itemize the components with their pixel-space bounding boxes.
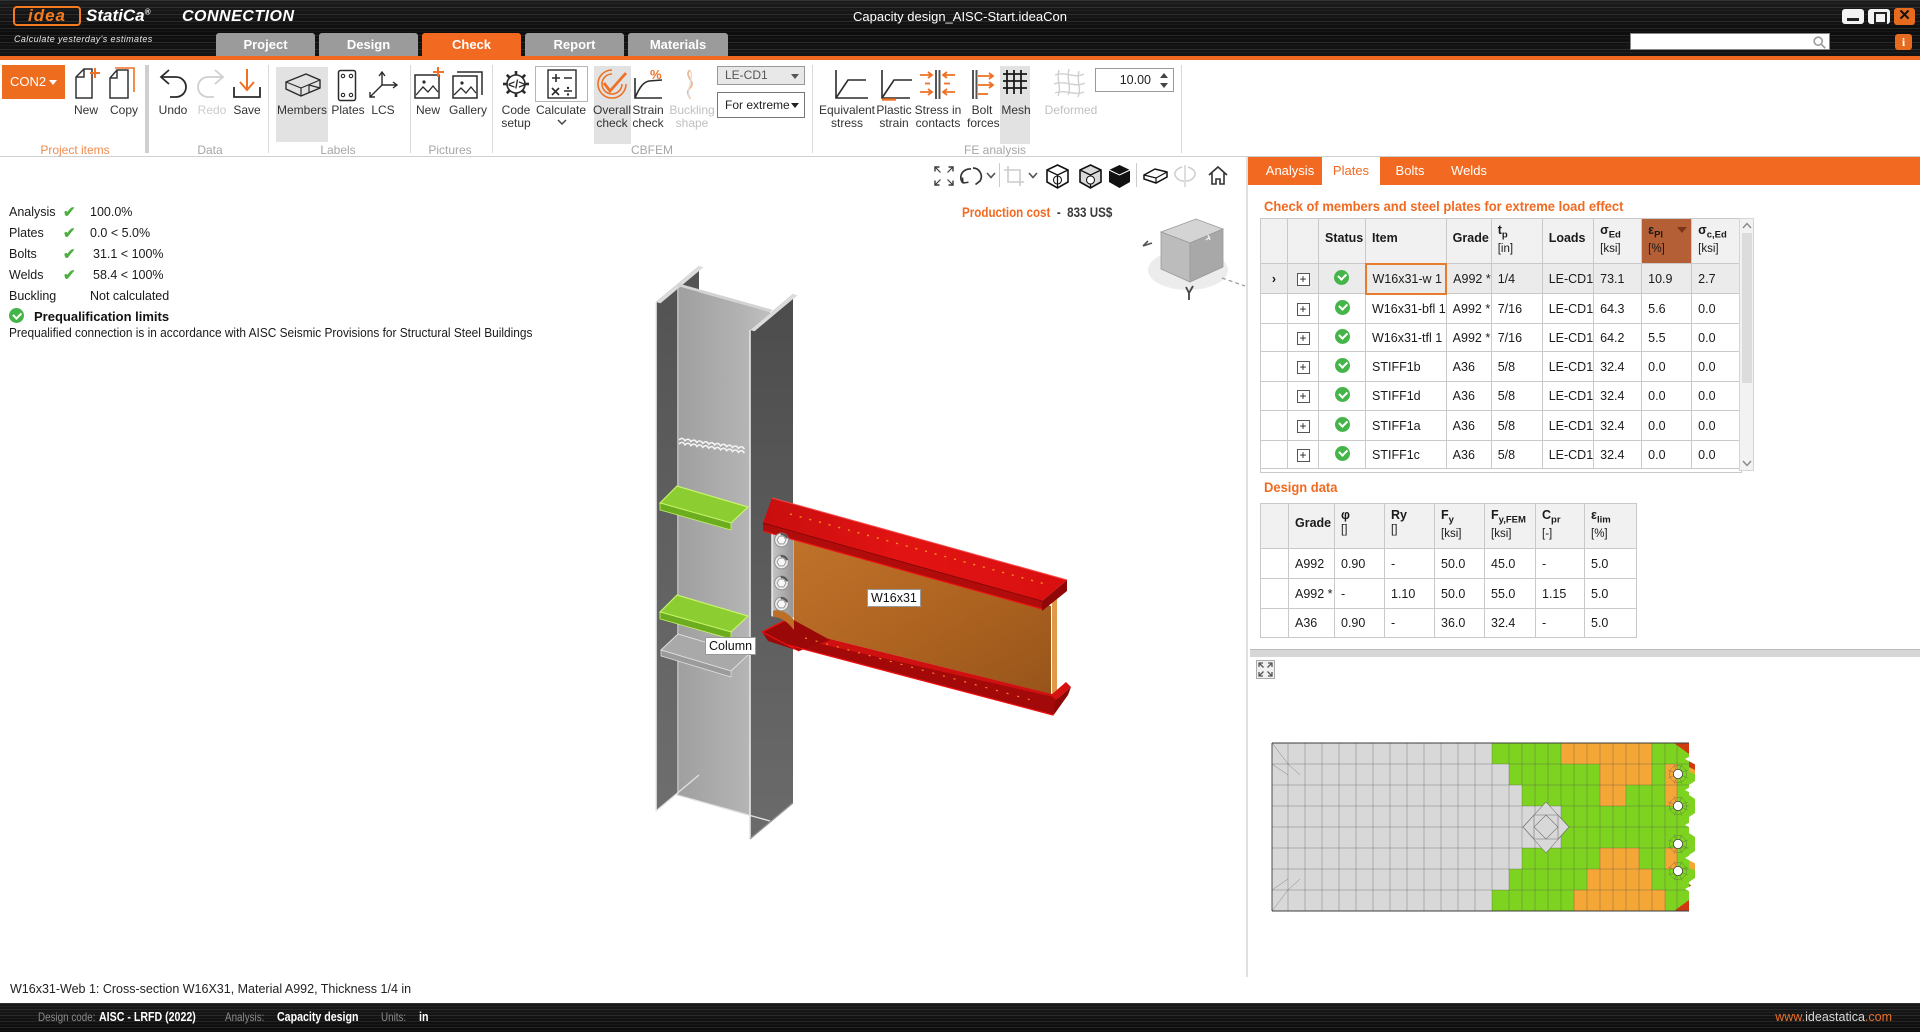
svg-text:</>: </>: [508, 78, 525, 92]
